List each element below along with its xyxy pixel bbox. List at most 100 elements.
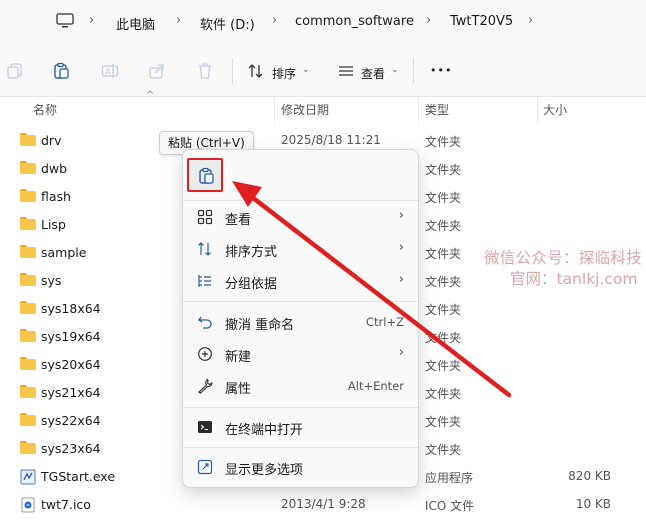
menu-item-properties[interactable]: 属性 Alt+Enter bbox=[183, 371, 418, 401]
sort-icon bbox=[198, 242, 211, 256]
sort-icon[interactable] bbox=[247, 62, 265, 80]
chevron-right-icon: › bbox=[398, 272, 404, 287]
file-name: flash bbox=[41, 189, 71, 204]
file-size: 820 KB bbox=[568, 469, 611, 483]
file-date: 2025/8/18 11:21 bbox=[281, 133, 381, 147]
menu-item-group-by[interactable]: 分组依据 › bbox=[183, 266, 418, 296]
breadcrumb-this-pc[interactable]: 此电脑 bbox=[116, 14, 155, 33]
menu-item-undo-rename[interactable]: 撤消 重命名 Ctrl+Z bbox=[183, 307, 418, 337]
column-divider[interactable] bbox=[537, 96, 538, 122]
menu-item-sort-by[interactable]: 排序方式 › bbox=[183, 234, 418, 264]
column-divider[interactable] bbox=[274, 96, 275, 122]
column-header-date[interactable]: 修改日期 bbox=[281, 101, 329, 118]
menu-item-new[interactable]: 新建 › bbox=[183, 339, 418, 369]
file-name: sys22x64 bbox=[41, 413, 101, 428]
file-type: 文件夹 bbox=[425, 303, 462, 317]
file-name: sys18x64 bbox=[41, 301, 101, 316]
folder-icon bbox=[20, 133, 36, 146]
chevron-down-icon: ⌄ bbox=[391, 65, 399, 75]
chevron-right-icon: › bbox=[528, 13, 534, 28]
column-header-type[interactable]: 类型 bbox=[425, 101, 449, 118]
file-type: 文件夹 bbox=[425, 387, 462, 401]
paste-icon[interactable] bbox=[52, 62, 70, 80]
sort-button[interactable]: 排序 bbox=[272, 65, 296, 82]
menu-label: 查看 bbox=[225, 213, 252, 228]
column-divider[interactable] bbox=[418, 96, 419, 122]
file-name: sys21x64 bbox=[41, 385, 101, 400]
folder-icon bbox=[20, 273, 36, 286]
file-type: 文件夹 bbox=[425, 275, 462, 289]
breadcrumb-twtt20v5[interactable]: TwtT20V5 bbox=[450, 14, 513, 29]
delete-icon[interactable] bbox=[196, 62, 214, 80]
chevron-down-icon: ⌄ bbox=[302, 65, 310, 75]
file-name: sys20x64 bbox=[41, 357, 101, 372]
rename-icon[interactable]: A bbox=[101, 62, 119, 80]
menu-item-show-more-options[interactable]: 显示更多选项 bbox=[183, 452, 418, 482]
menu-item-view[interactable]: 查看 › bbox=[183, 202, 418, 232]
folder-icon bbox=[20, 357, 36, 370]
file-row[interactable]: twt7.ico 2013/4/1 9:28 ICO 文件 10 KB bbox=[0, 490, 646, 518]
address-bar[interactable]: › 此电脑 › 软件 (D:) › common_software › TwtT… bbox=[0, 0, 646, 44]
folder-icon bbox=[20, 217, 36, 230]
chevron-right-icon: › bbox=[398, 240, 404, 255]
menu-item-open-in-terminal[interactable]: 在终端中打开 bbox=[183, 412, 418, 442]
file-type: 文件夹 bbox=[425, 443, 462, 457]
folder-icon bbox=[20, 245, 36, 258]
file-type: 应用程序 bbox=[425, 471, 474, 485]
chevron-right-icon: › bbox=[426, 13, 432, 28]
share-icon[interactable] bbox=[148, 62, 166, 80]
chevron-right-icon: › bbox=[398, 345, 404, 360]
menu-divider bbox=[183, 200, 418, 201]
file-type: ICO 文件 bbox=[425, 499, 475, 513]
toolbar-divider bbox=[232, 58, 233, 84]
more-options-button[interactable]: ••• bbox=[430, 64, 452, 77]
undo-icon bbox=[198, 316, 212, 329]
menu-label: 排序方式 bbox=[225, 245, 278, 260]
file-name: sys bbox=[41, 273, 62, 288]
folder-icon bbox=[20, 413, 36, 426]
column-header-name[interactable]: 名称 bbox=[33, 101, 57, 118]
svg-text:A: A bbox=[105, 68, 111, 77]
menu-shortcut: Alt+Enter bbox=[347, 379, 404, 393]
ico-file-icon bbox=[21, 497, 35, 513]
file-name: sys19x64 bbox=[41, 329, 101, 344]
file-type: 文件夹 bbox=[425, 415, 462, 429]
file-date: 2013/4/1 9:28 bbox=[281, 497, 366, 511]
folder-icon bbox=[20, 385, 36, 398]
toolbar-divider bbox=[413, 58, 414, 84]
group-by-icon bbox=[198, 275, 211, 287]
file-type: 文件夹 bbox=[425, 135, 462, 149]
view-button[interactable]: 查看 bbox=[361, 65, 385, 82]
chevron-right-icon: › bbox=[272, 13, 278, 28]
file-name: TGStart.exe bbox=[41, 469, 116, 484]
folder-icon bbox=[20, 329, 36, 342]
view-icon[interactable] bbox=[337, 62, 355, 80]
chevron-right-icon: › bbox=[398, 208, 404, 223]
new-plus-icon bbox=[198, 347, 212, 361]
wrench-icon bbox=[198, 378, 213, 394]
command-bar: A 排序 ⌄ 查看 ⌄ ••• bbox=[0, 44, 646, 97]
menu-label: 在终端中打开 bbox=[225, 423, 304, 438]
file-type: 文件夹 bbox=[425, 359, 462, 373]
file-name: twt7.ico bbox=[41, 497, 91, 512]
watermark-wechat: 微信公众号：探临科技 bbox=[484, 249, 643, 267]
file-type: 文件夹 bbox=[425, 163, 462, 177]
terminal-icon bbox=[198, 421, 212, 433]
breadcrumb-common-software[interactable]: common_software bbox=[295, 14, 414, 29]
column-header-size[interactable]: 大小 bbox=[543, 101, 567, 118]
folder-icon bbox=[20, 301, 36, 314]
file-type: 文件夹 bbox=[425, 219, 462, 233]
copy-icon[interactable] bbox=[6, 62, 24, 80]
highlight-box bbox=[187, 158, 223, 192]
file-name: drv bbox=[41, 133, 62, 148]
menu-label: 撤消 重命名 bbox=[225, 318, 295, 333]
file-name: sample bbox=[41, 245, 87, 260]
context-menu: 查看 › 排序方式 › 分组依据 › 撤消 重命名 Ctrl+Z 新建 › 属性… bbox=[182, 149, 419, 488]
folder-icon bbox=[20, 441, 36, 454]
file-type: 文件夹 bbox=[425, 191, 462, 205]
breadcrumb-drive-d[interactable]: 软件 (D:) bbox=[200, 14, 255, 33]
grid-view-icon bbox=[197, 209, 213, 225]
column-header-row: 名称 修改日期 类型 大小 bbox=[0, 96, 646, 122]
file-name: dwb bbox=[41, 161, 68, 176]
watermark-website: 官网：tanlkj.com bbox=[510, 270, 638, 288]
